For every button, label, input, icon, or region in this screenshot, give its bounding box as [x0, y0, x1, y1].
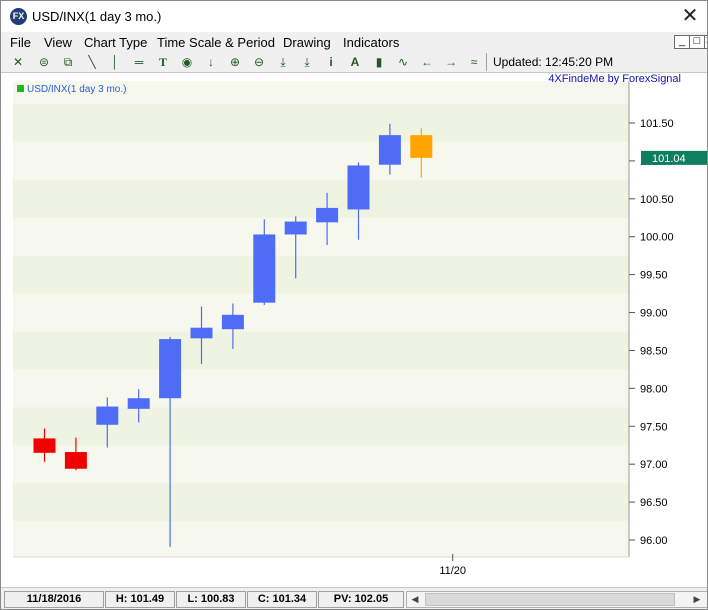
menu-indicators[interactable]: Indicators	[343, 35, 399, 50]
y-tick-label: 98.50	[640, 345, 668, 357]
candle-body	[410, 135, 433, 158]
scroll-right-icon[interactable]: →	[441, 53, 461, 71]
plot-band	[13, 521, 629, 557]
vertical-line-icon[interactable]: │	[105, 53, 125, 71]
mdi-restore-button[interactable]: □	[689, 35, 705, 49]
candle-body	[33, 438, 56, 453]
scrollbar-thumb[interactable]	[425, 593, 675, 606]
status-bar: 11/18/2016 H: 101.49 L: 100.83 C: 101.34…	[1, 587, 707, 609]
scroll-left-arrow-icon[interactable]: ◀	[407, 592, 423, 607]
bar-chart-icon[interactable]: ▮	[369, 53, 389, 71]
horizontal-line-icon[interactable]: ═	[129, 53, 149, 71]
copy-icon[interactable]: ⧉	[58, 53, 78, 71]
candle-body	[253, 234, 276, 303]
scroll-left-icon[interactable]: ←	[417, 53, 437, 71]
plot-band	[13, 331, 629, 370]
app-logo-icon: FX	[10, 8, 27, 25]
down-arrow-icon[interactable]: ↓	[201, 53, 221, 71]
candlestick-chart[interactable]: 96.00 96.50 97.00 97.50 98.00 98.50 99.00 99.50…	[1, 73, 707, 585]
menu-bar: File View Chart Type Time Scale & Period…	[1, 32, 707, 52]
print-icon[interactable]: ⊜	[34, 53, 54, 71]
y-tick-label: 96.00	[640, 535, 668, 547]
chart-area[interactable]: 96.00 96.50 97.00 97.50 98.00 98.50 99.00 99.50…	[1, 73, 707, 585]
status-pv: PV: 102.05	[318, 591, 404, 608]
app-window: FX USD/INX(1 day 3 mo.) ✕ File View Char…	[0, 0, 708, 610]
horizontal-scrollbar[interactable]: ◀ ▶	[406, 591, 707, 608]
y-tick-label: 100.00	[640, 232, 674, 244]
x-tick-label: 11/20	[439, 565, 466, 577]
y-tick-label: 97.00	[640, 459, 668, 471]
fit-icon[interactable]: ⤓	[273, 53, 293, 71]
y-tick-label: 100.50	[640, 194, 674, 206]
y-tick-label: 98.00	[640, 383, 668, 395]
scroll-right-arrow-icon[interactable]: ▶	[689, 592, 705, 607]
y-tick-label: 99.00	[640, 308, 668, 320]
y-tick-label: 101.50	[640, 118, 674, 130]
status-high: H: 101.49	[105, 591, 175, 608]
legend-swatch	[17, 85, 24, 92]
download-icon[interactable]: ⤓	[297, 53, 317, 71]
candle-body	[127, 398, 150, 409]
plot-band	[13, 104, 629, 142]
status-date: 11/18/2016	[4, 591, 104, 608]
text-icon[interactable]: T	[153, 53, 173, 71]
candle-body	[316, 207, 339, 223]
candle-body	[347, 165, 370, 210]
updated-time: Updated: 12:45:20 PM	[486, 53, 613, 71]
title-bar: FX USD/INX(1 day 3 mo.) ✕	[1, 1, 707, 32]
plot-band	[13, 483, 629, 522]
current-price-label: 101.04	[652, 153, 686, 165]
zoom-in-icon[interactable]: ⊕	[225, 53, 245, 71]
status-close: C: 101.34	[247, 591, 317, 608]
menu-drawing[interactable]: Drawing	[283, 35, 331, 50]
candle-body	[190, 327, 213, 339]
plot-band	[13, 293, 629, 332]
plot-band	[13, 217, 629, 256]
plot-band	[13, 141, 629, 180]
zoom-out-icon[interactable]: ⊖	[249, 53, 269, 71]
settings-icon[interactable]: ≈	[464, 53, 484, 71]
candle-body	[284, 221, 307, 235]
status-low: L: 100.83	[176, 591, 246, 608]
candle-body	[64, 452, 87, 469]
candle-body	[159, 339, 182, 399]
menu-time-scale-period[interactable]: Time Scale & Period	[157, 35, 275, 50]
target-icon[interactable]: ◉	[177, 53, 197, 71]
close-button[interactable]: ✕	[673, 3, 707, 30]
y-tick-label: 96.50	[640, 497, 668, 509]
plot-band	[13, 255, 629, 294]
mdi-close-button[interactable]: ✕	[704, 35, 707, 49]
mdi-minimize-button[interactable]: _	[674, 35, 690, 49]
chart-title-legend: USD/INX(1 day 3 mo.)	[27, 84, 126, 95]
menu-view[interactable]: View	[44, 35, 72, 50]
candle-body	[221, 314, 244, 330]
info-icon[interactable]: i	[321, 53, 341, 71]
toolbar: ✕ ⊜ ⧉ ╲ │ ═ T ◉ ↓ ⊕ ⊖ ⤓ ⤓ i A ▮ ∿ ← → ≈ …	[1, 52, 707, 73]
trendline-icon[interactable]: ╲	[82, 53, 102, 71]
candle-body	[96, 406, 119, 425]
watermark: 4XFindeMe by ForexSignal	[548, 73, 681, 85]
menu-chart-type[interactable]: Chart Type	[84, 35, 147, 50]
menu-file[interactable]: File	[10, 35, 31, 50]
plot-band	[13, 369, 629, 408]
line-chart-icon[interactable]: ∿	[393, 53, 413, 71]
plot-band	[13, 445, 629, 484]
window-title: USD/INX(1 day 3 mo.)	[32, 9, 162, 24]
font-icon[interactable]: A	[345, 53, 365, 71]
y-tick-label: 99.50	[640, 270, 668, 282]
y-tick-label: 97.50	[640, 421, 668, 433]
candle-body	[378, 135, 401, 165]
candle-icon[interactable]: ✕	[8, 53, 28, 71]
